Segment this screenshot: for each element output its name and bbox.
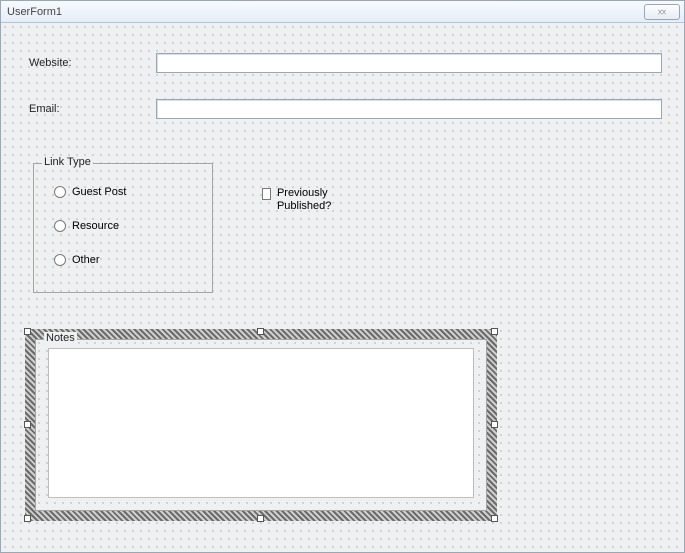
email-label: Email: [29, 103, 60, 115]
radio-guest-post[interactable]: Guest Post [54, 186, 126, 198]
form-body[interactable]: Website: Email: Link Type Guest Post Res… [1, 23, 684, 552]
notes-textarea[interactable] [48, 348, 474, 498]
checkbox-previously-published-label: Previously Published? [277, 187, 352, 213]
resize-handle-se[interactable] [491, 515, 498, 522]
resize-handle-e[interactable] [491, 421, 498, 428]
radio-icon [54, 186, 66, 198]
close-button[interactable] [644, 4, 680, 20]
userform-window: UserForm1 Website: Email: Link Type Gues… [0, 0, 685, 553]
notes-legend: Notes [44, 332, 77, 344]
checkbox-previously-published[interactable]: Previously Published? [262, 187, 352, 213]
radio-resource-label: Resource [72, 220, 119, 232]
resize-handle-sw[interactable] [24, 515, 31, 522]
checkbox-icon [262, 188, 271, 200]
close-icon [656, 7, 668, 17]
radio-resource[interactable]: Resource [54, 220, 119, 232]
link-type-legend: Link Type [42, 156, 93, 168]
titlebar[interactable]: UserForm1 [1, 1, 684, 23]
radio-other[interactable]: Other [54, 254, 100, 266]
resize-handle-w[interactable] [24, 421, 31, 428]
window-title: UserForm1 [7, 6, 62, 18]
website-label: Website: [29, 57, 72, 69]
radio-icon [54, 254, 66, 266]
resize-handle-s[interactable] [257, 515, 264, 522]
resize-handle-n[interactable] [257, 328, 264, 335]
link-type-group: Link Type Guest Post Resource Other [33, 163, 213, 293]
email-input[interactable] [156, 99, 662, 119]
resize-handle-nw[interactable] [24, 328, 31, 335]
resize-handle-ne[interactable] [491, 328, 498, 335]
notes-group: Notes [35, 339, 487, 511]
radio-other-label: Other [72, 254, 100, 266]
radio-guest-post-label: Guest Post [72, 186, 126, 198]
website-input[interactable] [156, 53, 662, 73]
radio-icon [54, 220, 66, 232]
notes-frame-selection[interactable]: Notes [25, 329, 497, 521]
